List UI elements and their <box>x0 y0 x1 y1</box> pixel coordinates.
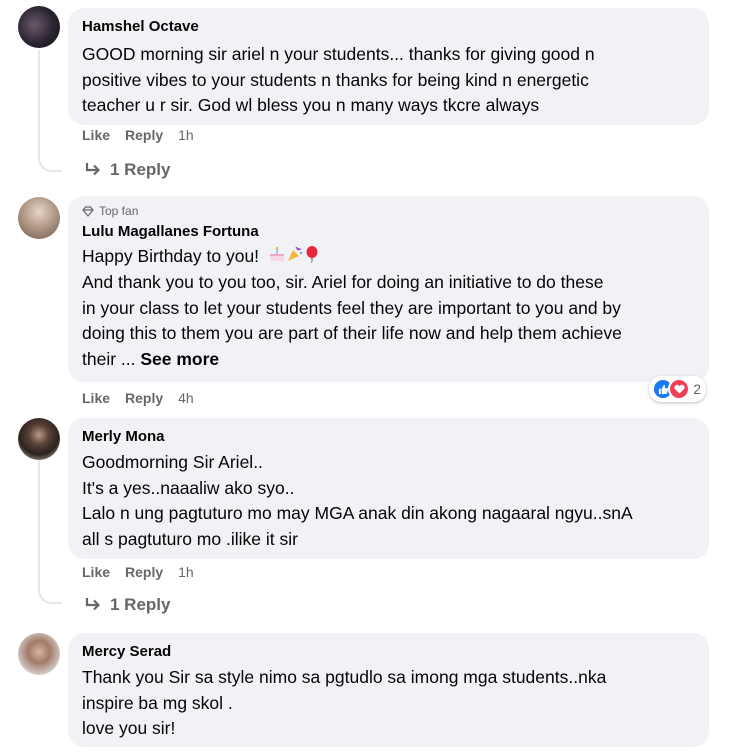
comment-actions: Like Reply 1h <box>82 127 209 143</box>
replies-count: 1 Reply <box>110 160 171 179</box>
comment-line: Lalo n ung pagtuturo mo may MGA anak din… <box>82 503 633 523</box>
thread-curve <box>38 584 62 604</box>
comment-line: GOOD morning sir ariel n your students..… <box>82 44 595 64</box>
top-fan-diamond-icon <box>82 205 94 217</box>
like-button[interactable]: Like <box>82 127 110 143</box>
comment-actions: Like Reply 1h <box>82 564 209 580</box>
reply-button[interactable]: Reply <box>125 127 163 143</box>
timestamp[interactable]: 1h <box>178 564 194 580</box>
thread-line <box>38 458 40 588</box>
view-replies-link[interactable]: 1 Reply <box>84 160 170 180</box>
reaction-count: 2 <box>693 381 701 397</box>
comment-line: inspire ba mg skol . <box>82 692 233 713</box>
comment-text: GOOD morning sir ariel n your students..… <box>82 42 695 119</box>
comment-line: teacher u r sir. God wl bless you n many… <box>82 95 540 115</box>
comment-line-text: their ... <box>82 348 136 369</box>
like-button[interactable]: Like <box>82 564 110 580</box>
party-popper-emoji-icon <box>286 245 304 271</box>
avatar[interactable] <box>18 418 60 460</box>
comment-text: Goodmorning Sir Ariel.. It's a yes..naaa… <box>82 450 695 552</box>
avatar[interactable] <box>18 6 60 48</box>
comment-line: And thank you to you too, sir. Ariel for… <box>82 272 604 293</box>
top-fan-label: Top fan <box>99 204 139 218</box>
comment-line: all s pagtuturo mo .ilike it sir <box>82 528 298 549</box>
comment-line: It's a yes..naaaliw ako syo.. <box>82 477 295 498</box>
comment-line-text: Happy Birthday to you! <box>82 246 260 266</box>
love-reaction-icon <box>668 378 691 400</box>
comment-line: love you sir! <box>82 718 176 738</box>
comment-text: Happy Birthday to you! And thank you to … <box>82 244 695 372</box>
top-fan-badge: Top fan <box>82 204 695 218</box>
comment-bubble: Merly Mona Goodmorning Sir Ariel.. It's … <box>68 418 709 559</box>
reply-button[interactable]: Reply <box>125 564 163 580</box>
reply-arrow-icon <box>85 598 101 611</box>
thread-curve <box>38 152 62 172</box>
avatar[interactable] <box>18 633 60 675</box>
comment-bubble: Mercy Serad Thank you Sir sa style nimo … <box>68 633 709 747</box>
thread-line <box>38 50 40 158</box>
timestamp[interactable]: 4h <box>178 390 194 406</box>
balloon-emoji-icon <box>304 245 320 271</box>
reply-arrow-icon <box>85 163 101 176</box>
comment-bubble: Top fan Lulu Magallanes Fortuna Happy Bi… <box>68 196 709 382</box>
timestamp[interactable]: 1h <box>178 127 194 143</box>
reply-button[interactable]: Reply <box>125 390 163 406</box>
comment-bubble: Hamshel Octave GOOD morning sir ariel n … <box>68 8 709 125</box>
comment-actions: Like Reply 4h <box>82 390 209 406</box>
view-replies-link[interactable]: 1 Reply <box>84 595 170 615</box>
replies-count: 1 Reply <box>110 595 171 614</box>
commenter-name[interactable]: Lulu Magallanes Fortuna <box>82 222 695 241</box>
see-more-link[interactable]: See more <box>140 349 219 369</box>
comment-text: Thank you Sir sa style nimo sa pgtudlo s… <box>82 665 695 742</box>
comment-line: doing this to them you are part of their… <box>82 323 622 344</box>
comment-line: Goodmorning Sir Ariel.. <box>82 452 263 472</box>
commenter-name[interactable]: Hamshel Octave <box>82 17 695 36</box>
commenter-name[interactable]: Merly Mona <box>82 427 695 446</box>
comment-line: Thank you Sir sa style nimo sa pgtudlo s… <box>82 667 607 687</box>
comment-line: Happy Birthday to you! <box>82 244 695 270</box>
comment-line: their ... See more <box>82 347 695 373</box>
cake-emoji-icon <box>268 245 286 271</box>
commenter-name[interactable]: Mercy Serad <box>82 642 695 661</box>
avatar[interactable] <box>18 197 60 239</box>
comment-line: in your class to let your students feel … <box>82 297 621 318</box>
like-button[interactable]: Like <box>82 390 110 406</box>
reaction-summary[interactable]: 2 <box>649 376 706 402</box>
comment-line: positive vibes to your students n thanks… <box>82 69 589 90</box>
